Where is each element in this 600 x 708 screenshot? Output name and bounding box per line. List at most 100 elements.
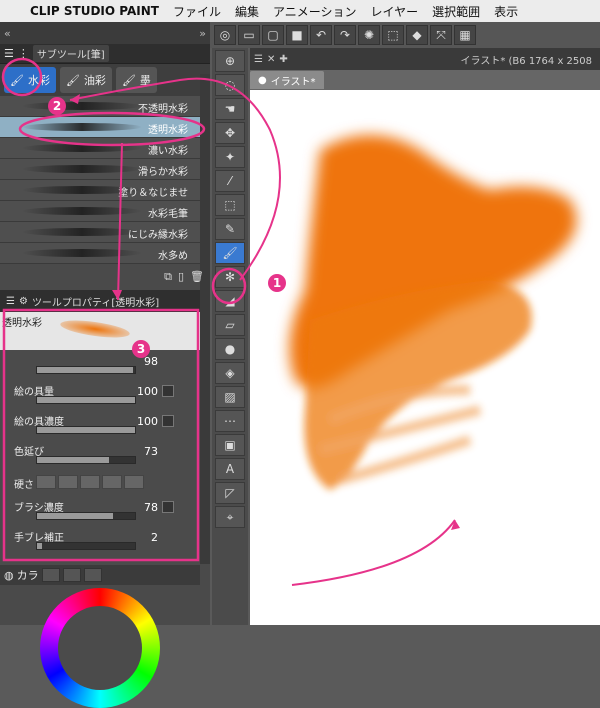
duplicate-icon[interactable]: ⧉	[164, 270, 172, 286]
tab-label: 水彩	[27, 74, 50, 87]
pressure-icon[interactable]	[162, 501, 174, 513]
marquee-icon[interactable]: ⬚	[215, 194, 245, 216]
fill-icon[interactable]: ◈	[215, 362, 245, 384]
prop-row[interactable]: ブラシ濃度 78	[0, 496, 200, 526]
pen-icon[interactable]: ✎	[215, 218, 245, 240]
app-name[interactable]: CLIP STUDIO PAINT	[30, 4, 159, 18]
menu-layer[interactable]: レイヤー	[371, 3, 419, 20]
color-tab[interactable]	[83, 568, 102, 582]
settings-icon[interactable]: ⚙	[19, 296, 28, 307]
brush-item-selected[interactable]: 透明水彩	[0, 117, 200, 138]
prop-value[interactable]: 100	[136, 415, 158, 428]
loading-icon[interactable]: ✺	[358, 25, 380, 45]
ruler-icon[interactable]: ⌖	[215, 506, 245, 528]
pressure-icon[interactable]	[162, 415, 174, 427]
prop-row[interactable]: 絵の具量 100	[0, 380, 200, 410]
prop-value[interactable]: 100	[136, 385, 158, 398]
prop-value[interactable]: 78	[136, 501, 158, 514]
brush-item[interactable]: 不透明水彩	[0, 96, 200, 117]
brush-item[interactable]: 濃い水彩	[0, 138, 200, 159]
balloon-icon[interactable]: ◸	[215, 482, 245, 504]
rotate-icon[interactable]: ◌	[215, 74, 245, 96]
menu-selection[interactable]: 選択範囲	[432, 3, 480, 20]
trash-icon[interactable]: 🗑	[190, 270, 204, 286]
airbrush-icon[interactable]: ✻	[215, 266, 245, 288]
frame-icon[interactable]: ▣	[215, 434, 245, 456]
close-icon[interactable]: ✕	[267, 54, 275, 65]
new-icon[interactable]: ✚	[279, 54, 287, 65]
slider-fill	[37, 513, 114, 519]
fill-icon[interactable]: ◆	[406, 25, 428, 45]
menu-view[interactable]: 表示	[494, 3, 518, 20]
move-icon[interactable]: ✥	[215, 122, 245, 144]
menu-animation[interactable]: アニメーション	[273, 3, 357, 20]
save-icon[interactable]: ■	[286, 25, 308, 45]
transform-icon[interactable]: ⤧	[430, 25, 452, 45]
menu-file[interactable]: ファイル	[173, 3, 221, 20]
brush-item[interactable]: 水多め	[0, 243, 200, 264]
prop-value[interactable]: 73	[136, 445, 158, 458]
new-icon[interactable]: ▯	[178, 270, 184, 286]
brush-icon: 🖌	[65, 73, 80, 87]
prop-slider[interactable]	[36, 366, 136, 374]
tab-ink[interactable]: 🖌 墨	[115, 67, 157, 93]
hardness-cells[interactable]	[36, 475, 144, 489]
document-bar: ☰ ✕ ✚ イラスト* (B6 1764 x 2508	[250, 48, 600, 70]
menu-icon[interactable]: ☰	[254, 54, 263, 65]
color-tab[interactable]	[62, 568, 81, 582]
open-icon[interactable]: ▢	[262, 25, 284, 45]
color-tab-label[interactable]: カラ	[17, 567, 39, 583]
clip-studio-icon[interactable]: ◎	[214, 25, 236, 45]
prop-slider[interactable]	[36, 542, 136, 550]
zoom-icon[interactable]: ⊕	[215, 50, 245, 72]
tab-document[interactable]: ● イラスト*	[250, 71, 324, 89]
prop-slider[interactable]	[36, 456, 136, 464]
color-wheel-icon[interactable]: ◍	[4, 569, 14, 582]
brush-item[interactable]: 水彩毛筆	[0, 201, 200, 222]
tab-oil[interactable]: 🖌 油彩	[59, 67, 112, 93]
text-icon[interactable]: A	[215, 458, 245, 480]
hand-icon[interactable]: ☚	[215, 98, 245, 120]
panel-collapse-bar[interactable]: « »	[0, 22, 210, 44]
eyedropper-icon[interactable]: ⁄	[215, 170, 245, 192]
brush-name: 滑らか水彩	[138, 167, 188, 178]
prop-slider[interactable]	[36, 512, 136, 520]
tab-watercolor[interactable]: 🖌 水彩	[4, 67, 56, 93]
figure-icon[interactable]: ⋯	[215, 410, 245, 432]
document-title: イラスト* (B6 1764 x 2508	[460, 55, 592, 67]
undo-icon[interactable]: ↶	[310, 25, 332, 45]
prop-slider[interactable]	[36, 426, 136, 434]
double-chevron-right-icon[interactable]: »	[199, 27, 206, 40]
brush-item[interactable]: 滑らか水彩	[0, 159, 200, 180]
auto-select-icon[interactable]: ✦	[215, 146, 245, 168]
select-icon[interactable]: ⬚	[382, 25, 404, 45]
brush-tool-icon[interactable]: 🖌	[215, 242, 245, 264]
decoration-icon[interactable]: ◢	[215, 290, 245, 312]
canvas[interactable]	[250, 90, 600, 625]
color-wheel-center[interactable]	[58, 606, 142, 690]
gradient-icon[interactable]: ▨	[215, 386, 245, 408]
prop-row[interactable]: 絵の具濃度 100	[0, 410, 200, 440]
grid-icon[interactable]: ▦	[454, 25, 476, 45]
menu-edit[interactable]: 編集	[235, 3, 259, 20]
scrollbar[interactable]	[200, 74, 210, 564]
prop-value[interactable]: 2	[136, 531, 158, 544]
prop-row[interactable]: 手ブレ補正 2	[0, 526, 200, 556]
brush-item[interactable]: 塗り＆なじませ	[0, 180, 200, 201]
color-wheel[interactable]	[40, 588, 160, 708]
brush-item[interactable]: にじみ縁水彩	[0, 222, 200, 243]
redo-icon[interactable]: ↷	[334, 25, 356, 45]
menu-icon[interactable]: ☰	[4, 47, 14, 60]
prop-row[interactable]: 色延び 73	[0, 440, 200, 470]
prop-row[interactable]: 98	[0, 350, 200, 380]
pressure-icon[interactable]	[162, 385, 174, 397]
hardness-row[interactable]: 硬さ	[0, 470, 200, 496]
new-file-icon[interactable]: ▭	[238, 25, 260, 45]
color-tab[interactable]	[41, 568, 60, 582]
menu-icon[interactable]: ☰	[6, 296, 15, 307]
prop-slider[interactable]	[36, 396, 136, 404]
blend-icon[interactable]: ●	[215, 338, 245, 360]
eraser-icon[interactable]: ▱	[215, 314, 245, 336]
double-chevron-left-icon[interactable]: «	[4, 27, 11, 40]
drag-handle-icon[interactable]: ⋮	[18, 47, 29, 60]
